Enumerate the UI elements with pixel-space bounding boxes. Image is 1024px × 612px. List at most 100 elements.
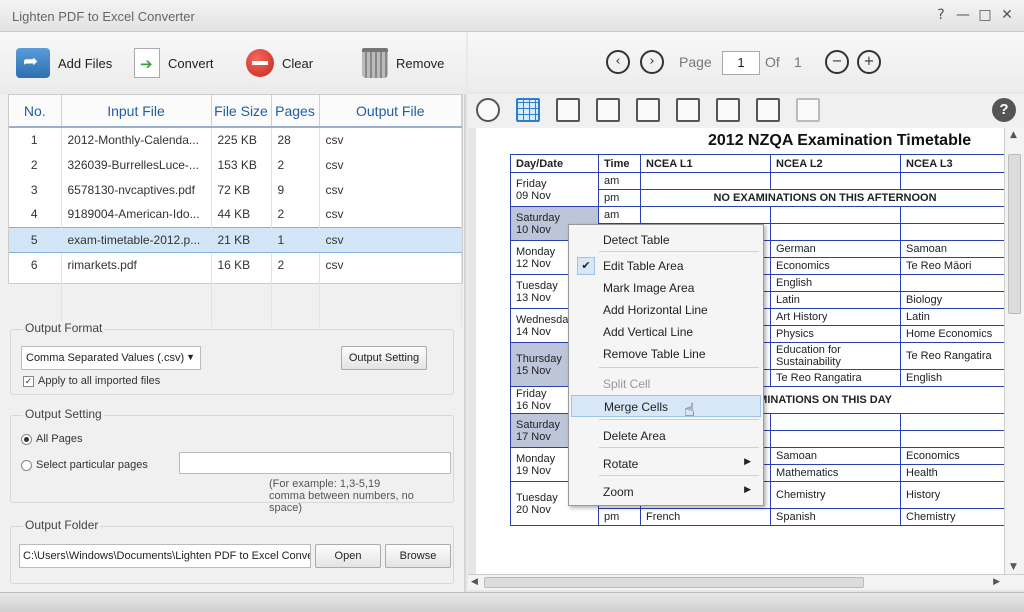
close-button[interactable]: ✕	[1000, 6, 1014, 24]
image-area-icon[interactable]	[556, 98, 580, 122]
page-range-hint-line1: (For example: 1,3-5,19	[269, 478, 381, 490]
menu-item-rotate[interactable]: Rotate ▶	[571, 453, 761, 475]
submenu-arrow-icon: ▶	[744, 456, 751, 466]
minimize-button[interactable]: —	[956, 6, 970, 24]
vertical-scrollbar[interactable]: ▲ ▼	[1004, 128, 1024, 574]
remove-button[interactable]: Remove	[362, 46, 444, 80]
output-format-group: Output Format Comma Separated Values (.c…	[10, 321, 454, 395]
browse-button[interactable]: Browse	[385, 544, 451, 568]
particular-pages-radio[interactable]: Select particular pages	[21, 459, 148, 471]
timetable-cell: Economics	[900, 447, 1004, 465]
menu-item-remove-table-line[interactable]: Remove Table Line	[571, 343, 761, 365]
apply-all-checkbox[interactable]: ✓ Apply to all imported files	[23, 375, 160, 387]
timetable-cell: English	[770, 274, 901, 292]
open-folder-button[interactable]: Open	[315, 544, 381, 568]
page-range-input[interactable]	[179, 452, 451, 474]
zoom-in-icon[interactable]: +	[857, 50, 881, 74]
timetable-header-cell: NCEA L2	[770, 154, 901, 173]
timetable-header-cell: Time	[598, 154, 641, 173]
column-header-output-file[interactable]: Output File	[319, 95, 462, 128]
eye-icon[interactable]	[476, 98, 500, 122]
scroll-left-icon[interactable]: ◀	[471, 577, 478, 587]
column-header-input-file[interactable]: Input File	[61, 95, 212, 128]
vertical-line-icon[interactable]	[676, 98, 700, 122]
timetable-cell	[640, 206, 771, 224]
menu-item-label: Edit Table Area	[603, 259, 684, 273]
timetable-cell: Latin	[770, 291, 901, 309]
menu-item-label: Split Cell	[603, 377, 651, 391]
menu-item-merge-cells[interactable]: Merge Cells	[571, 395, 761, 417]
table-cell-size: 44 KB	[211, 202, 272, 227]
table-row[interactable]: 3 6578130-nvcaptives.pdf 72 KB 9 csv	[9, 177, 462, 202]
timetable-cell: Samoan	[900, 240, 1004, 258]
table-cell-pages: 28	[271, 127, 320, 152]
delete-area-icon[interactable]	[596, 98, 620, 122]
table-cell-size: 21 KB	[211, 226, 272, 253]
menu-item-delete-area[interactable]: Delete Area	[571, 425, 761, 447]
convert-button[interactable]: Convert	[134, 46, 214, 80]
table-row[interactable]: 5 exam-timetable-2012.p... 21 KB 1 csv	[9, 226, 462, 253]
column-header-no[interactable]: No.	[9, 95, 62, 128]
column-header-pages[interactable]: Pages	[271, 95, 320, 128]
menu-item-label: Zoom	[603, 485, 634, 499]
chevron-down-icon: ▼	[186, 352, 195, 362]
horizontal-scrollbar[interactable]: ◀ ▶	[468, 574, 1024, 590]
vertical-scroll-thumb[interactable]	[1008, 154, 1021, 314]
menu-item-label: Add Horizontal Line	[603, 303, 708, 317]
split-cell-icon[interactable]	[756, 98, 780, 122]
timetable-cell	[900, 430, 1004, 448]
menu-separator	[599, 419, 759, 420]
menu-item-add-vertical-line[interactable]: Add Vertical Line	[571, 321, 761, 343]
table-cell-no: 4	[9, 202, 62, 227]
zoom-out-icon[interactable]: −	[825, 50, 849, 74]
horizontal-line-icon[interactable]	[636, 98, 660, 122]
maximize-button[interactable]: □	[978, 6, 992, 24]
menu-separator	[599, 367, 759, 368]
timetable-cell	[900, 206, 1004, 224]
timetable-time: am	[598, 172, 641, 190]
output-folder-path[interactable]: C:\Users\Windows\Documents\Lighten PDF t…	[19, 544, 311, 568]
menu-item-detect-table[interactable]: Detect Table	[571, 229, 761, 251]
next-page-icon[interactable]: ›	[640, 50, 664, 74]
timetable-cell	[900, 172, 1004, 190]
page-number-input[interactable]: 1	[722, 51, 760, 75]
table-row[interactable]: 6 rimarkets.pdf 16 KB 2 csv	[9, 252, 462, 277]
table-cell-size: 72 KB	[211, 177, 272, 202]
table-row[interactable]: 1 2012-Monthly-Calenda... 225 KB 28 csv	[9, 127, 462, 152]
timetable-header-row: Day/Date Time NCEA L1 NCEA L2 NCEA L3	[510, 154, 1004, 173]
scroll-down-icon[interactable]: ▼	[1010, 562, 1017, 572]
timetable-cell: Economics	[770, 257, 901, 275]
timetable-cell: Biology	[900, 291, 1004, 309]
scroll-right-icon[interactable]: ▶	[993, 577, 1000, 587]
table-cell-name: 9189004-American-Ido...	[61, 202, 212, 227]
all-pages-radio[interactable]: All Pages	[21, 433, 82, 445]
menu-item-add-horizontal-line[interactable]: Add Horizontal Line	[571, 299, 761, 321]
menu-item-label: Merge Cells	[604, 400, 669, 414]
main-toolbar: Add Files Convert Clear Remove	[0, 32, 466, 94]
table-row[interactable]: 4 9189004-American-Ido... 44 KB 2 csv	[9, 202, 462, 227]
menu-item-mark-image-area[interactable]: Mark Image Area	[571, 277, 761, 299]
output-setting-button[interactable]: Output Setting	[341, 346, 427, 370]
clear-button[interactable]: Clear	[246, 46, 313, 80]
scroll-up-icon[interactable]: ▲	[1010, 130, 1017, 140]
menu-item-edit-table-area[interactable]: ✔ Edit Table Area	[571, 255, 761, 277]
help-icon[interactable]: ?	[992, 98, 1016, 122]
table-cell-out: csv	[319, 127, 462, 152]
add-files-button[interactable]: Add Files	[16, 46, 112, 80]
menu-item-zoom[interactable]: Zoom ▶	[571, 481, 761, 503]
timetable-cell: English	[900, 369, 1004, 387]
table-grid-icon[interactable]	[516, 98, 540, 122]
timetable-cell: History	[900, 481, 1004, 509]
convert-label: Convert	[168, 55, 214, 71]
table-row[interactable]: 2 326039-BurrellesLuce-... 153 KB 2 csv	[9, 152, 462, 177]
horizontal-scroll-thumb[interactable]	[484, 577, 864, 588]
timetable-cell	[900, 274, 1004, 292]
remove-line-icon[interactable]	[716, 98, 740, 122]
menu-item-label: Add Vertical Line	[603, 325, 694, 339]
output-format-select[interactable]: Comma Separated Values (.csv) ▼	[21, 346, 201, 370]
column-header-file-size[interactable]: File Size	[211, 95, 272, 128]
checkbox-checked-icon: ✓	[23, 375, 34, 387]
merge-cells-icon	[796, 98, 820, 122]
prev-page-icon[interactable]: ‹	[606, 50, 630, 74]
help-button[interactable]: ?	[934, 6, 948, 24]
